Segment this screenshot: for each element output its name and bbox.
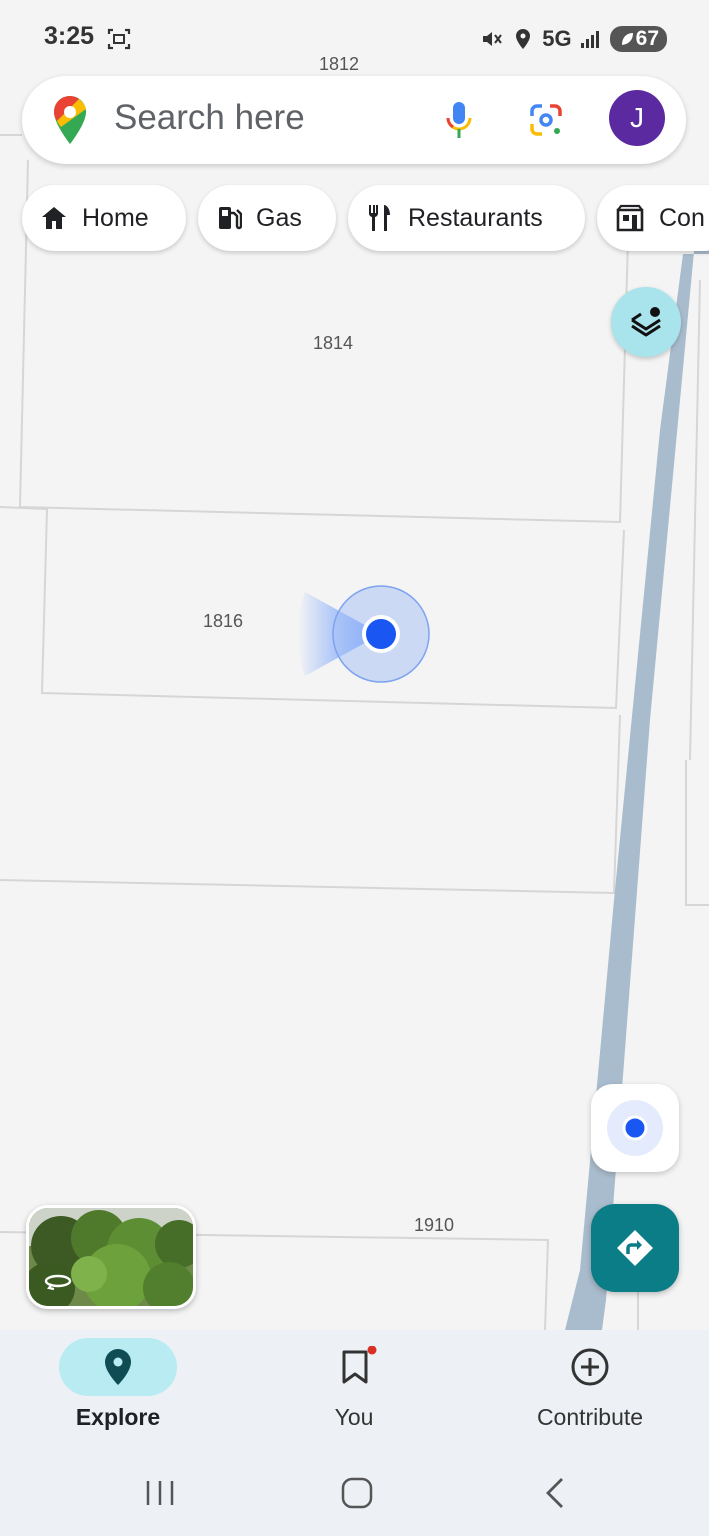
chip-label: Con (659, 203, 705, 232)
bookmark-icon (342, 1346, 377, 1384)
battery-level: 67 (635, 27, 659, 50)
location-icon (516, 29, 531, 49)
bottom-navigation: Explore You Contribute (0, 1330, 709, 1450)
add-circle-icon (571, 1348, 609, 1386)
back-icon[interactable] (542, 1476, 568, 1510)
parcel-label-1816: 1816 (203, 611, 244, 631)
home-button-icon[interactable] (340, 1476, 374, 1510)
home-icon (42, 207, 66, 229)
chip-gas[interactable]: Gas (198, 185, 336, 251)
status-bar: 3:25 5G 67 (0, 0, 709, 76)
network-type: 5G (542, 26, 572, 51)
directions-icon (617, 1230, 653, 1266)
signal-icon (580, 31, 599, 48)
my-location-icon (607, 1100, 663, 1156)
parcel-label-1910: 1910 (414, 1215, 455, 1235)
parcel-label-1814: 1814 (313, 333, 354, 353)
360-rotate-icon (44, 1274, 72, 1291)
chip-restaurants[interactable]: Restaurants (348, 185, 585, 251)
search-bar[interactable]: Search here J (22, 76, 686, 164)
chip-home[interactable]: Home (22, 185, 186, 251)
battery-indicator: 67 (609, 26, 667, 52)
layers-button[interactable] (611, 287, 681, 357)
nav-contribute[interactable]: Contribute (472, 1330, 708, 1450)
explore-pin-icon (105, 1349, 131, 1385)
google-lens-icon[interactable] (528, 102, 564, 138)
nav-label-explore: Explore (75, 1404, 161, 1430)
nav-label-contribute: Contribute (536, 1404, 644, 1430)
status-time: 3:25 (44, 22, 95, 50)
microphone-icon[interactable] (444, 100, 474, 142)
search-input[interactable]: Search here (114, 98, 305, 138)
nav-explore[interactable]: Explore (0, 1330, 236, 1450)
nav-label-you: You (334, 1404, 374, 1430)
screenshot-icon (107, 28, 131, 50)
mute-icon (483, 32, 503, 46)
chip-convenience-stores[interactable]: Con (597, 185, 709, 251)
layers-icon (631, 307, 661, 337)
chip-label: Home (82, 203, 149, 232)
chip-label: Restaurants (408, 203, 543, 232)
power-saving-leaf-icon (621, 33, 633, 45)
system-navigation-bar (0, 1450, 709, 1536)
convenience-store-icon (616, 204, 644, 232)
my-location-button[interactable] (591, 1084, 679, 1172)
google-maps-logo-icon (54, 96, 86, 144)
status-icons: 5G 67 (480, 22, 667, 56)
chip-label: Gas (256, 203, 302, 232)
gas-station-icon (219, 207, 242, 230)
street-view-thumbnail[interactable] (26, 1205, 196, 1309)
restaurant-icon (369, 205, 390, 231)
directions-button[interactable] (591, 1204, 679, 1292)
nav-you[interactable]: You (236, 1330, 472, 1450)
recent-apps-icon[interactable] (145, 1478, 175, 1508)
account-avatar[interactable]: J (609, 90, 665, 146)
